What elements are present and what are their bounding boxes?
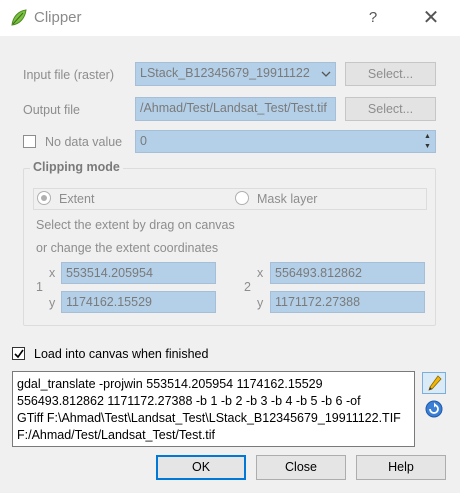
mask-layer-radio[interactable] bbox=[235, 191, 249, 205]
input-file-value: LStack_B12345679_19911122 bbox=[140, 66, 310, 80]
nodata-value: 0 bbox=[140, 134, 147, 148]
edit-command-button[interactable] bbox=[422, 372, 446, 394]
load-canvas-label: Load into canvas when finished bbox=[34, 347, 209, 361]
output-select-button[interactable]: Select... bbox=[345, 97, 436, 121]
pencil-icon bbox=[428, 375, 442, 391]
extent-radio[interactable] bbox=[37, 191, 51, 205]
point1-x-label: x bbox=[49, 266, 56, 280]
extent-hint-line2: or change the extent coordinates bbox=[36, 241, 219, 255]
clipping-mode-title: Clipping mode bbox=[30, 160, 123, 174]
close-button[interactable]: Close bbox=[256, 455, 346, 480]
spin-down-icon[interactable]: ▼ bbox=[422, 142, 433, 151]
help-icon[interactable]: ? bbox=[363, 8, 383, 28]
nodata-checkbox[interactable] bbox=[23, 135, 36, 148]
mask-layer-label: Mask layer bbox=[257, 192, 318, 206]
point2-index: 2 bbox=[244, 280, 251, 294]
nodata-label: No data value bbox=[45, 135, 123, 149]
command-line3: GTiff F:\Ahmad\Test\Landsat_Test\LStack_… bbox=[17, 411, 401, 425]
ok-button[interactable]: OK bbox=[156, 455, 246, 480]
chevron-down-icon bbox=[321, 71, 331, 77]
command-line4: F:/Ahmad/Test/Landsat_Test/Test.tif bbox=[17, 428, 216, 442]
extent-label: Extent bbox=[59, 192, 95, 206]
point2-x-input[interactable]: 556493.812862 bbox=[270, 262, 425, 284]
load-canvas-checkbox[interactable] bbox=[12, 347, 25, 360]
output-file-input[interactable]: /Ahmad/Test/Landsat_Test/Test.tif bbox=[135, 97, 336, 121]
output-file-label: Output file bbox=[23, 103, 80, 117]
point2-y-label: y bbox=[257, 296, 264, 310]
command-text[interactable]: gdal_translate -projwin 553514.205954 11… bbox=[12, 371, 415, 447]
extent-hint-line1: Select the extent by drag on canvas bbox=[36, 218, 235, 232]
point1-y-input[interactable]: 1174162.15529 bbox=[61, 291, 216, 313]
refresh-icon bbox=[425, 400, 443, 418]
title-bar: Clipper ? ✕ bbox=[0, 0, 460, 36]
point1-y-label: y bbox=[49, 296, 56, 310]
check-icon bbox=[14, 349, 24, 359]
input-file-combobox[interactable]: LStack_B12345679_19911122 bbox=[135, 62, 336, 86]
close-icon[interactable]: ✕ bbox=[418, 5, 444, 31]
qgis-leaf-icon bbox=[11, 9, 27, 26]
input-select-button[interactable]: Select... bbox=[345, 62, 436, 86]
reset-command-button[interactable] bbox=[422, 398, 446, 420]
spin-up-icon[interactable]: ▲ bbox=[422, 132, 433, 141]
point2-y-input[interactable]: 1171172.27388 bbox=[270, 291, 425, 313]
help-button[interactable]: Help bbox=[356, 455, 446, 480]
point1-x-input[interactable]: 553514.205954 bbox=[61, 262, 216, 284]
point1-index: 1 bbox=[36, 280, 43, 294]
command-line2: 556493.812862 1171172.27388 -b 1 -b 2 -b… bbox=[17, 394, 361, 408]
nodata-spinbox[interactable]: 0 ▲ ▼ bbox=[135, 130, 436, 153]
window-title: Clipper bbox=[34, 9, 82, 26]
command-line1: gdal_translate -projwin 553514.205954 11… bbox=[17, 377, 323, 391]
input-file-label: Input file (raster) bbox=[23, 68, 115, 82]
point2-x-label: x bbox=[257, 266, 264, 280]
